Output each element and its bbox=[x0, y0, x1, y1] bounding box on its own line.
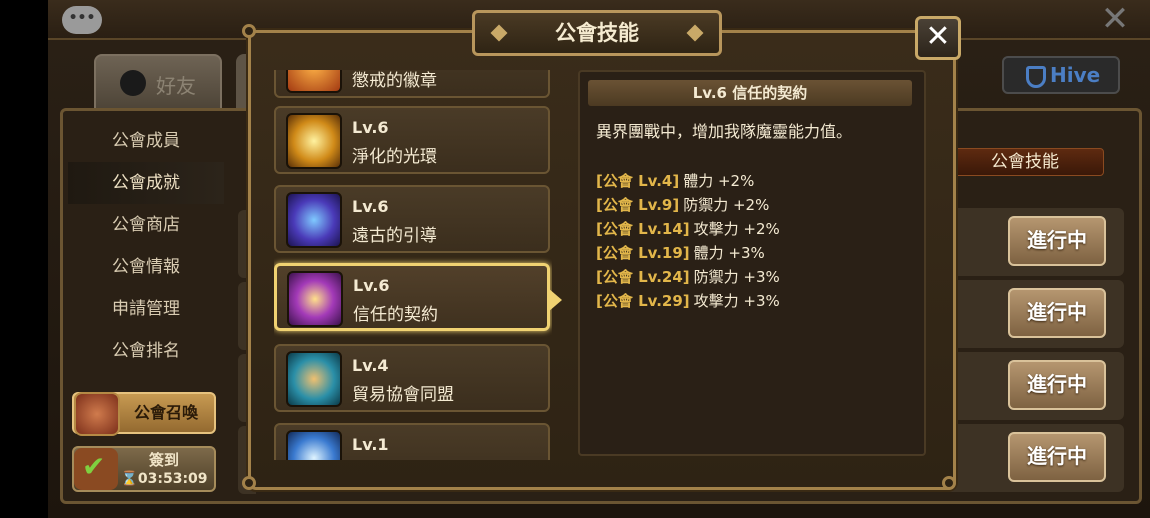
skill-item-aura[interactable]: Lv.6 淨化的光環 bbox=[274, 106, 550, 174]
skill-list[interactable]: 懲戒的徽章 Lv.6 淨化的光環 Lv.6 遠古的引導 Lv.6 信任的契約 L… bbox=[274, 70, 552, 460]
bonus-requirement: [公會 Lv.19] bbox=[596, 244, 690, 262]
tab-friends[interactable]: 好友 bbox=[94, 54, 222, 112]
skill-item-crystal[interactable]: Lv.1 bbox=[274, 423, 550, 460]
menu-guild-info[interactable]: 公會情報 bbox=[68, 246, 224, 288]
bonus-requirement: [公會 Lv.4] bbox=[596, 172, 680, 190]
bonus-row: [公會 Lv.4] 體力 +2% bbox=[596, 170, 754, 194]
top-close-icon[interactable]: ✕ bbox=[1098, 2, 1132, 38]
frame-corner-ornament bbox=[942, 476, 956, 490]
selected-arrow-icon bbox=[548, 288, 562, 312]
crystal-icon bbox=[286, 430, 342, 460]
tab-friends-label: 好友 bbox=[156, 74, 196, 98]
hive-button[interactable]: Hive bbox=[1002, 56, 1120, 94]
skill-item-trade-alliance[interactable]: Lv.4 貿易協會同盟 bbox=[274, 344, 550, 412]
skill-description: 異界團戰中，增加我隊魔靈能力值。 bbox=[596, 122, 853, 141]
frame-corner-ornament bbox=[242, 476, 256, 490]
skill-detail-header: Lv.6 信任的契約 bbox=[588, 80, 912, 106]
checkmark-icon bbox=[74, 448, 118, 490]
summon-label: 公會召喚 bbox=[134, 403, 199, 422]
hive-label: Hive bbox=[1050, 63, 1101, 87]
bonus-effect: 體力 +2% bbox=[683, 172, 755, 190]
in-progress-button[interactable]: 進行中 bbox=[1008, 216, 1106, 266]
guidance-icon bbox=[286, 192, 342, 248]
bonus-effect: 攻擊力 +2% bbox=[693, 220, 780, 238]
bonus-row: [公會 Lv.24] 防禦力 +3% bbox=[596, 266, 780, 290]
in-progress-button[interactable]: 進行中 bbox=[1008, 432, 1106, 482]
in-progress-button[interactable]: 進行中 bbox=[1008, 288, 1106, 338]
skill-level: Lv.6 bbox=[352, 118, 389, 137]
menu-guild-achievements[interactable]: 公會成就 bbox=[68, 162, 224, 204]
modal-title-text: 公會技能 bbox=[555, 21, 639, 45]
bonus-effect: 防禦力 +2% bbox=[683, 196, 770, 214]
bonus-row: [公會 Lv.14] 攻擊力 +2% bbox=[596, 218, 780, 242]
bonus-effect: 攻擊力 +3% bbox=[693, 292, 780, 310]
checkin-label: 簽到 bbox=[148, 451, 179, 469]
menu-guild-members[interactable]: 公會成員 bbox=[68, 120, 224, 162]
bonus-requirement: [公會 Lv.9] bbox=[596, 196, 680, 214]
skill-name: 懲戒的徽章 bbox=[352, 71, 437, 91]
aura-icon bbox=[286, 113, 342, 169]
skill-item-badge[interactable]: 懲戒的徽章 bbox=[274, 70, 550, 98]
checkin-button[interactable]: 簽到 ⌛03:53:09 bbox=[72, 446, 216, 492]
bonus-requirement: [公會 Lv.24] bbox=[596, 268, 690, 286]
menu-guild-ranking[interactable]: 公會排名 bbox=[68, 330, 224, 372]
guild-summon-button[interactable]: 公會召喚 bbox=[72, 392, 216, 436]
contract-scroll-icon bbox=[287, 271, 343, 327]
skill-item-guidance[interactable]: Lv.6 遠古的引導 bbox=[274, 185, 550, 253]
diamond-ornament-icon bbox=[490, 24, 508, 42]
skill-name: 淨化的光環 bbox=[352, 147, 437, 167]
skill-name: 貿易協會同盟 bbox=[352, 385, 454, 405]
bonus-requirement: [公會 Lv.29] bbox=[596, 292, 690, 310]
badge-icon bbox=[286, 70, 342, 93]
bonus-row: [公會 Lv.19] 體力 +3% bbox=[596, 242, 765, 266]
menu-guild-shop[interactable]: 公會商店 bbox=[68, 204, 224, 246]
trade-chest-icon bbox=[286, 351, 342, 407]
frame-corner-ornament bbox=[242, 24, 256, 38]
guild-skill-tab[interactable]: 公會技能 bbox=[946, 148, 1104, 176]
bonus-effect: 體力 +3% bbox=[693, 244, 765, 262]
friend-avatar-icon bbox=[120, 70, 146, 96]
chat-icon[interactable]: ••• bbox=[62, 6, 102, 34]
in-progress-button[interactable]: 進行中 bbox=[1008, 360, 1106, 410]
modal-title: 公會技能 bbox=[472, 10, 722, 56]
diamond-ornament-icon bbox=[686, 24, 704, 42]
guild-side-menu: 公會成員 公會成就 公會商店 公會情報 申請管理 公會排名 bbox=[68, 120, 224, 500]
menu-application-management[interactable]: 申請管理 bbox=[68, 288, 224, 330]
skill-name: 信任的契約 bbox=[353, 305, 438, 325]
skill-level: Lv.6 bbox=[353, 276, 390, 295]
skill-level: Lv.6 bbox=[352, 197, 389, 216]
skill-name: 遠古的引導 bbox=[352, 226, 437, 246]
bonus-effect: 防禦力 +3% bbox=[693, 268, 780, 286]
bonus-row: [公會 Lv.9] 防禦力 +2% bbox=[596, 194, 769, 218]
skill-level: Lv.1 bbox=[352, 435, 389, 454]
skill-level: Lv.4 bbox=[352, 356, 389, 375]
summon-scroll-icon bbox=[74, 392, 120, 436]
hive-shield-icon bbox=[1026, 66, 1046, 88]
close-button[interactable]: ✕ bbox=[915, 16, 961, 60]
close-icon: ✕ bbox=[925, 19, 951, 54]
checkin-timer: ⌛03:53:09 bbox=[120, 471, 208, 487]
bonus-requirement: [公會 Lv.14] bbox=[596, 220, 690, 238]
skill-item-contract[interactable]: Lv.6 信任的契約 bbox=[274, 263, 550, 331]
bonus-row: [公會 Lv.29] 攻擊力 +3% bbox=[596, 290, 780, 314]
